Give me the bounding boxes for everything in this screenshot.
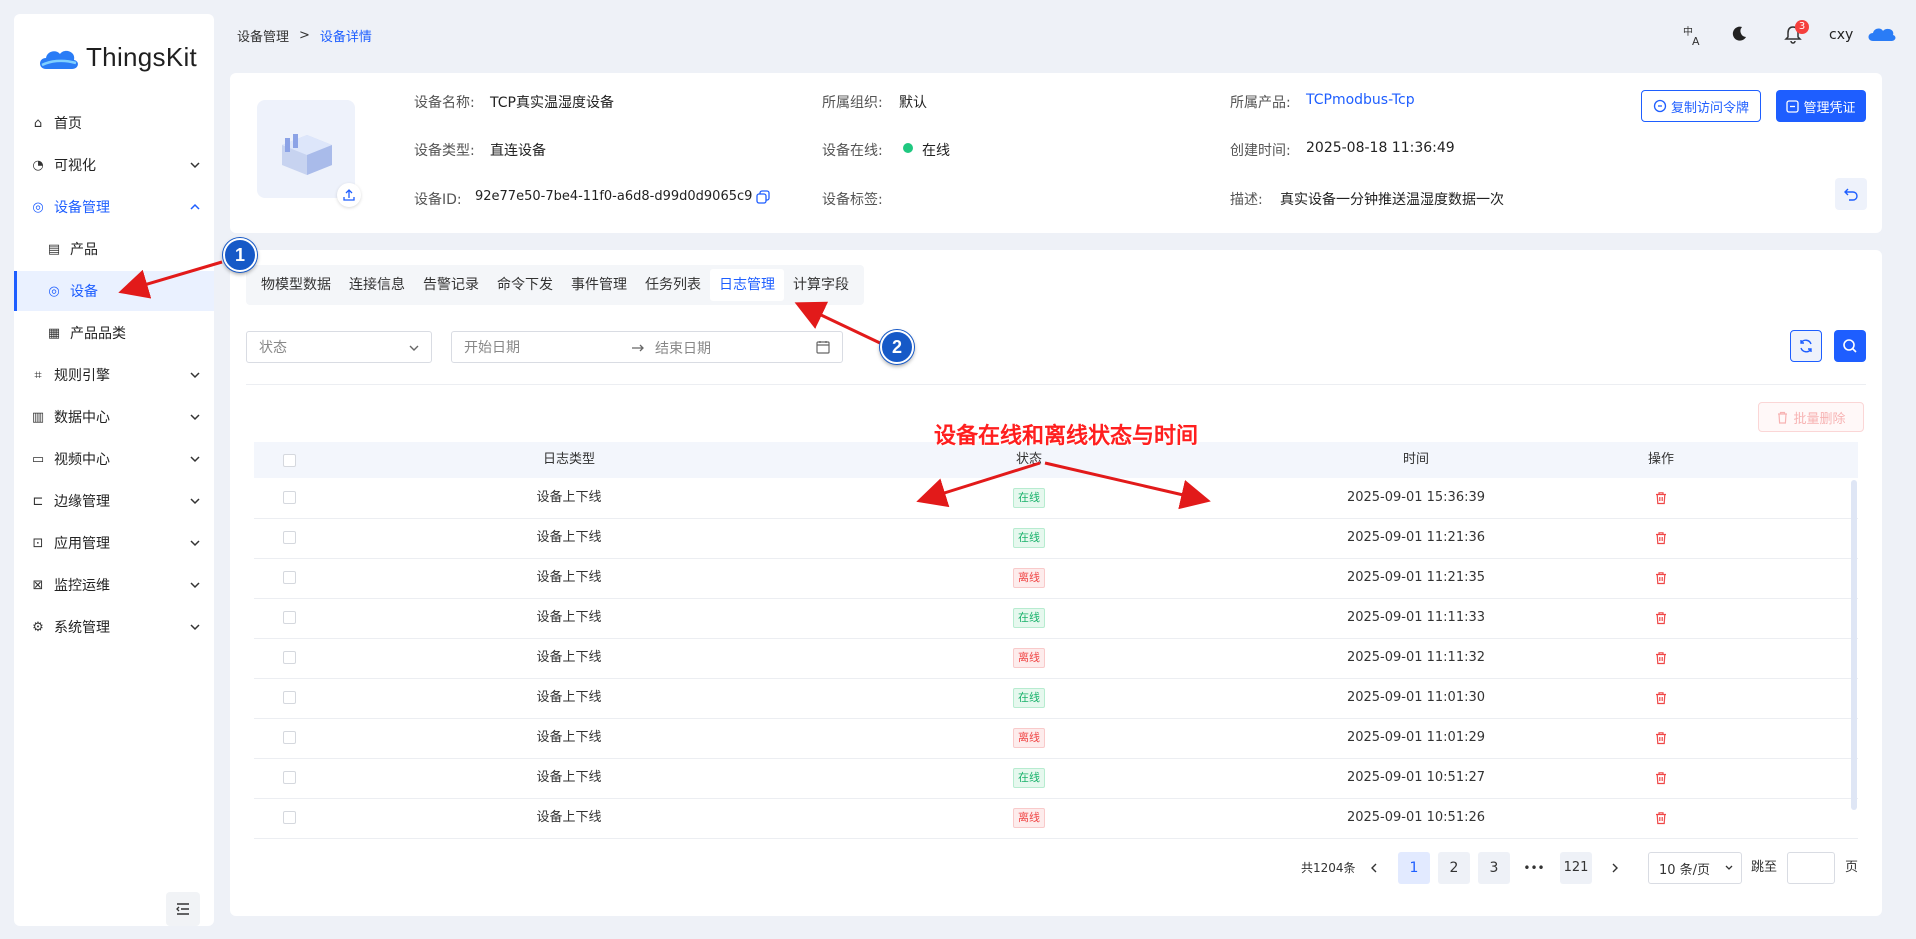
annotation-arrows [118, 260, 1211, 510]
annotation-arrow-1 [118, 260, 223, 299]
annotation-arrow-time [1044, 461, 1211, 510]
annotation-note: 设备在线和离线状态与时间 [934, 424, 1199, 449]
annotation-marker-2: 2 [880, 330, 914, 364]
annotation-arrow-2 [794, 301, 881, 345]
annotation-arrow-status [916, 461, 1041, 508]
annotation-marker-1: 1 [223, 238, 257, 272]
